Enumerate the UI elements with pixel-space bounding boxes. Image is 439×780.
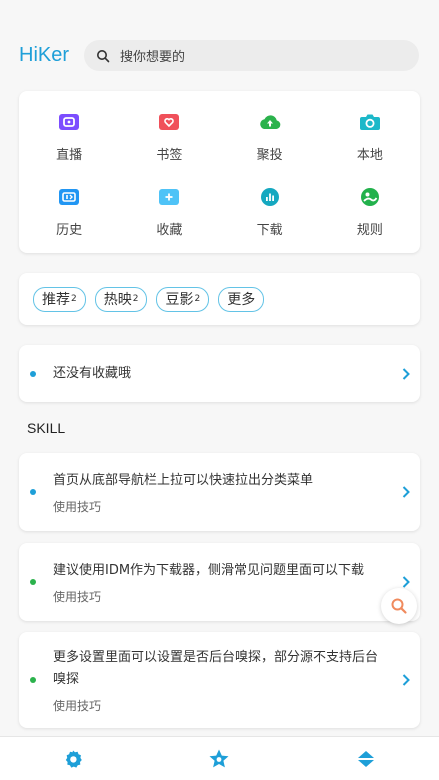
tip-row[interactable]: 建议使用IDM作为下载器，侧滑常见问题里面可以下载 使用技巧 <box>19 543 420 621</box>
grid-item-label: 聚投 <box>256 148 283 163</box>
star-icon <box>209 749 229 767</box>
chevron-right-icon <box>392 673 420 687</box>
grid-item-bookmark[interactable]: 书签 <box>119 99 219 174</box>
search-bar[interactable]: 搜你想要的 <box>84 40 419 71</box>
tip-row[interactable]: 首页从底部导航栏上拉可以快速拉出分类菜单 使用技巧 <box>19 453 420 531</box>
chip-count: 2 <box>71 294 77 304</box>
favorites-empty-row[interactable]: 还没有收藏哦 <box>19 345 420 402</box>
grid-item-history[interactable]: 历史 <box>19 174 119 249</box>
tip-text: 首页从底部导航栏上拉可以快速拉出分类菜单 <box>53 472 314 488</box>
tip-row[interactable]: 更多设置里面可以设置是否后台嗅探，部分源不支持后台嗅探 使用技巧 <box>19 632 420 728</box>
grid-item-live[interactable]: 直播 <box>19 99 119 174</box>
nav-sort-button[interactable] <box>336 737 396 780</box>
favorites-empty-text: 还没有收藏哦 <box>53 365 132 381</box>
chip-count: 2 <box>194 294 201 304</box>
chip-hot[interactable]: 热映 2 <box>94 286 148 312</box>
download-icon <box>258 185 282 209</box>
tip-subtitle: 使用技巧 <box>53 499 102 514</box>
chip-label: 推荐 <box>42 292 70 308</box>
grid-item-local[interactable]: 本地 <box>320 99 420 174</box>
grid-item-label: 书签 <box>156 148 183 163</box>
section-title-skill: SKILL <box>27 420 66 436</box>
app-logo[interactable]: HiKer <box>19 44 69 67</box>
chip-douban[interactable]: 豆影 2 <box>156 286 210 312</box>
grid-item-label: 本地 <box>356 148 383 163</box>
chip-label: 豆影 <box>165 292 194 308</box>
chevron-right-icon <box>392 367 420 381</box>
grid-item-label: 下载 <box>256 223 283 238</box>
tip-subtitle: 使用技巧 <box>53 589 102 604</box>
tip-subtitle: 使用技巧 <box>53 698 102 713</box>
rules-icon <box>358 185 382 209</box>
grid-item-label: 直播 <box>56 148 83 163</box>
chip-label: 热映 <box>103 292 132 308</box>
app-header: HiKer 搜你想要的 <box>0 0 439 90</box>
chip-more[interactable]: 更多 <box>218 286 265 312</box>
grid-item-favorites[interactable]: 收藏 <box>119 174 219 249</box>
chip-label: 更多 <box>227 292 256 308</box>
grid-item-label: 收藏 <box>156 223 183 238</box>
sort-arrows-icon <box>357 750 374 767</box>
live-icon <box>57 110 81 134</box>
quick-access-grid: 直播 书签 聚投 本地 历史 收藏 下载 规则 <box>19 91 420 253</box>
cloud-upload-icon <box>258 110 282 134</box>
tip-text: 建议使用IDM作为下载器，侧滑常见问题里面可以下载 <box>53 562 365 578</box>
nav-favorites-button[interactable] <box>189 737 249 780</box>
nav-settings-button[interactable] <box>43 737 103 780</box>
grid-item-label: 历史 <box>56 223 83 238</box>
tip-text: 更多设置里面可以设置是否后台嗅探，部分源不支持后台嗅探 <box>53 649 379 687</box>
chevron-right-icon <box>392 485 420 499</box>
grid-item-label: 规则 <box>356 223 383 238</box>
grid-item-download[interactable]: 下载 <box>220 174 320 249</box>
search-icon <box>391 598 407 614</box>
chip-recommend[interactable]: 推荐 2 <box>33 286 86 312</box>
favorites-icon <box>157 185 181 209</box>
chip-count: 2 <box>132 294 139 304</box>
bookmark-icon <box>157 110 181 134</box>
floating-search-button[interactable] <box>381 588 417 624</box>
history-icon <box>57 185 81 209</box>
search-placeholder: 搜你想要的 <box>120 50 186 65</box>
settings-gear-icon <box>65 750 82 768</box>
grid-item-rules[interactable]: 规则 <box>320 174 420 249</box>
chevron-right-icon <box>392 575 420 589</box>
category-chips: 推荐 2 热映 2 豆影 2 更多 <box>19 273 420 325</box>
camera-icon <box>358 110 382 134</box>
search-icon <box>97 49 110 62</box>
grid-item-cast[interactable]: 聚投 <box>220 99 320 174</box>
bottom-navigation <box>0 736 439 780</box>
